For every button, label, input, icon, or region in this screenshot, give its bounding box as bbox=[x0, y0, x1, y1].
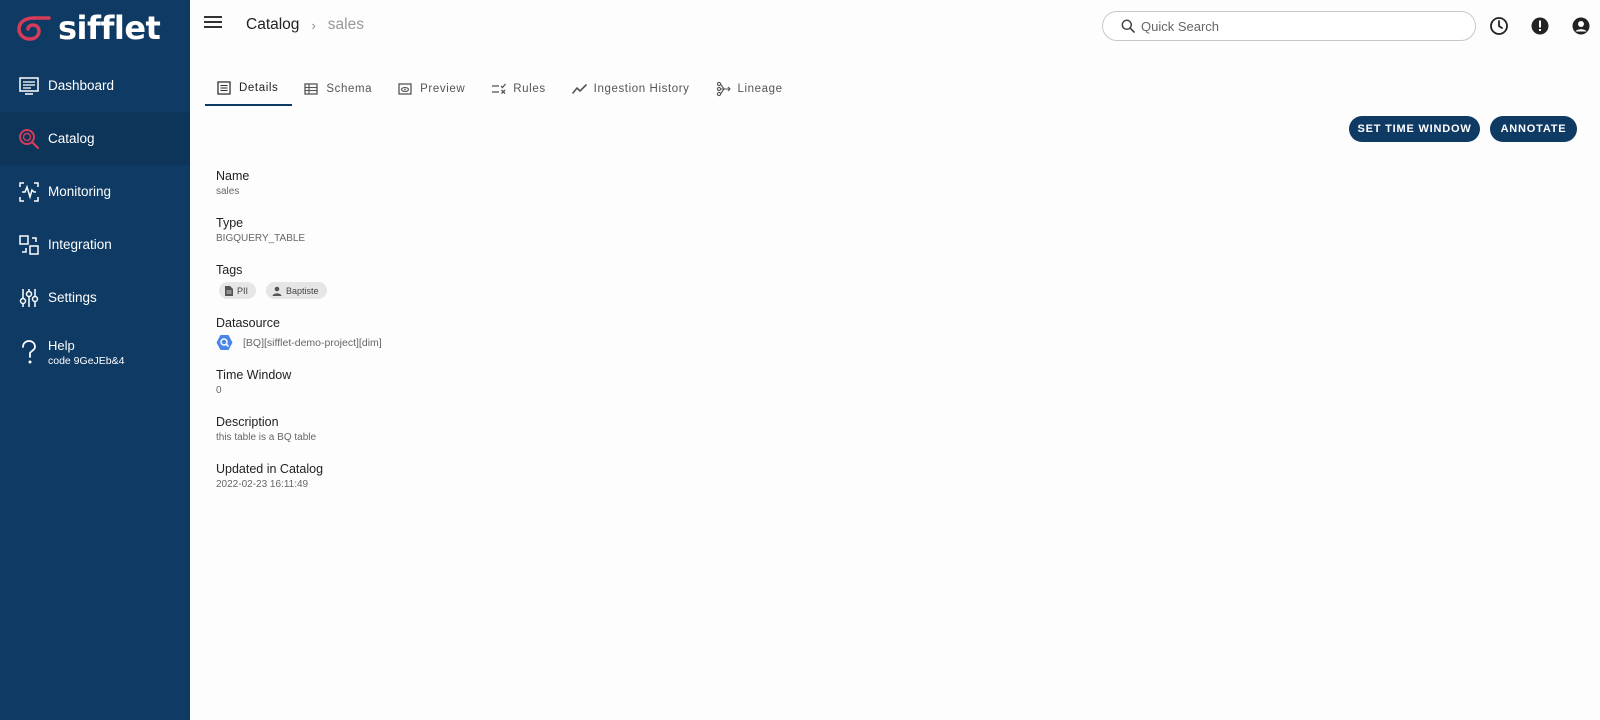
tab-label: Ingestion History bbox=[593, 83, 690, 95]
menu-icon[interactable] bbox=[204, 16, 222, 34]
details-icon bbox=[217, 80, 233, 96]
person-icon bbox=[272, 286, 282, 296]
field-description: Description this table is a BQ table bbox=[216, 415, 382, 445]
help-label: Help bbox=[48, 337, 75, 353]
tab-label: Details bbox=[239, 82, 279, 94]
preview-icon bbox=[398, 81, 414, 97]
tab-preview[interactable]: Preview bbox=[386, 72, 479, 106]
logo-text: sifflet bbox=[58, 9, 161, 47]
tag-list: PII Baptiste bbox=[216, 282, 382, 299]
document-icon bbox=[225, 285, 233, 296]
sidebar-item-help[interactable]: Help code 9GeJEb&4 bbox=[0, 324, 190, 380]
breadcrumb-current: sales bbox=[327, 16, 364, 33]
sidebar-item-label: Monitoring bbox=[48, 184, 112, 199]
sidebar-item-label: Settings bbox=[48, 290, 97, 305]
set-time-window-button[interactable]: SET TIME WINDOW bbox=[1349, 116, 1480, 142]
tag-chip[interactable]: Baptiste bbox=[266, 282, 327, 299]
help-code: code 9GeJEb&4 bbox=[48, 354, 125, 367]
tag-label: Baptiste bbox=[286, 285, 319, 296]
sidebar-item-label: Integration bbox=[48, 237, 112, 252]
account-icon[interactable] bbox=[1571, 16, 1591, 36]
datasource-row: [BQ][sifflet-demo-project][dim] bbox=[216, 334, 382, 351]
help-text: Help code 9GeJEb&4 bbox=[48, 338, 124, 367]
schema-icon bbox=[304, 81, 320, 97]
field-value: 0 bbox=[216, 385, 222, 396]
lineage-icon bbox=[716, 81, 732, 97]
sidebar-item-label: Dashboard bbox=[48, 78, 115, 93]
breadcrumb-separator: › bbox=[311, 17, 316, 33]
field-tags: Tags PII Baptiste bbox=[216, 263, 382, 299]
tab-label: Rules bbox=[513, 83, 546, 95]
top-header: Catalog › sales bbox=[190, 0, 1600, 52]
breadcrumb-root[interactable]: Catalog bbox=[246, 16, 299, 34]
field-label: Type bbox=[216, 216, 244, 230]
sidebar-item-integration[interactable]: Integration bbox=[0, 218, 190, 271]
sidebar-nav: Dashboard Catalog Monitoring Integration… bbox=[0, 59, 190, 380]
integration-icon bbox=[16, 232, 42, 258]
rules-icon bbox=[491, 81, 507, 97]
field-value: this table is a BQ table bbox=[216, 432, 317, 443]
alert-icon[interactable] bbox=[1530, 16, 1550, 36]
field-label: Time Window bbox=[216, 368, 292, 382]
help-icon bbox=[16, 339, 42, 365]
field-label: Name bbox=[216, 169, 250, 183]
annotate-button[interactable]: ANNOTATE bbox=[1490, 116, 1577, 142]
quick-search[interactable] bbox=[1102, 11, 1476, 41]
tag-chip[interactable]: PII bbox=[219, 282, 257, 299]
settings-sliders-icon bbox=[16, 285, 42, 311]
sidebar: sifflet Dashboard Catalog Monitoring Int… bbox=[0, 0, 190, 720]
field-label: Tags bbox=[216, 263, 243, 277]
tag-label: PII bbox=[237, 285, 249, 296]
field-time-window: Time Window 0 bbox=[216, 368, 382, 398]
field-value: sales bbox=[216, 186, 240, 197]
tab-rules[interactable]: Rules bbox=[479, 72, 559, 106]
tab-details[interactable]: Details bbox=[205, 72, 293, 106]
field-value[interactable]: [BQ][sifflet-demo-project][dim] bbox=[243, 337, 382, 349]
tab-schema[interactable]: Schema bbox=[292, 72, 386, 106]
details-panel: Name sales Type BIGQUERY_TABLE Tags PII … bbox=[216, 169, 382, 509]
sifflet-logo[interactable]: sifflet bbox=[16, 8, 161, 48]
field-label: Description bbox=[216, 415, 279, 429]
monitoring-icon bbox=[16, 179, 42, 205]
sidebar-item-settings[interactable]: Settings bbox=[0, 271, 190, 324]
field-type: Type BIGQUERY_TABLE bbox=[216, 216, 382, 246]
field-value: 2022-02-23 16:11:49 bbox=[216, 479, 309, 490]
breadcrumb: Catalog › sales bbox=[246, 16, 364, 34]
tab-ingestion-history[interactable]: Ingestion History bbox=[560, 72, 704, 106]
search-icon bbox=[1121, 19, 1135, 33]
sidebar-item-label: Catalog bbox=[48, 131, 95, 146]
field-label: Datasource bbox=[216, 316, 280, 330]
field-value: BIGQUERY_TABLE bbox=[216, 233, 306, 244]
sidebar-item-catalog[interactable]: Catalog bbox=[0, 112, 190, 165]
sidebar-item-dashboard[interactable]: Dashboard bbox=[0, 59, 190, 112]
field-datasource: Datasource [BQ][sifflet-demo-project][di… bbox=[216, 316, 382, 351]
trend-icon bbox=[571, 81, 588, 97]
tab-label: Schema bbox=[326, 83, 373, 95]
field-updated: Updated in Catalog 2022-02-23 16:11:49 bbox=[216, 462, 382, 492]
tab-label: Lineage bbox=[737, 83, 783, 95]
tab-label: Preview bbox=[420, 83, 466, 95]
tab-lineage[interactable]: Lineage bbox=[704, 72, 797, 106]
bigquery-icon bbox=[216, 335, 233, 350]
history-icon[interactable] bbox=[1489, 16, 1509, 36]
catalog-search-icon bbox=[16, 126, 42, 152]
search-input[interactable] bbox=[1141, 18, 1441, 34]
tab-bar: Details Schema Preview Rules Ingestion H… bbox=[205, 72, 797, 107]
field-label: Updated in Catalog bbox=[216, 462, 324, 476]
sidebar-item-monitoring[interactable]: Monitoring bbox=[0, 165, 190, 218]
sifflet-logo-icon bbox=[17, 16, 51, 41]
field-name: Name sales bbox=[216, 169, 382, 199]
dashboard-icon bbox=[16, 73, 42, 99]
